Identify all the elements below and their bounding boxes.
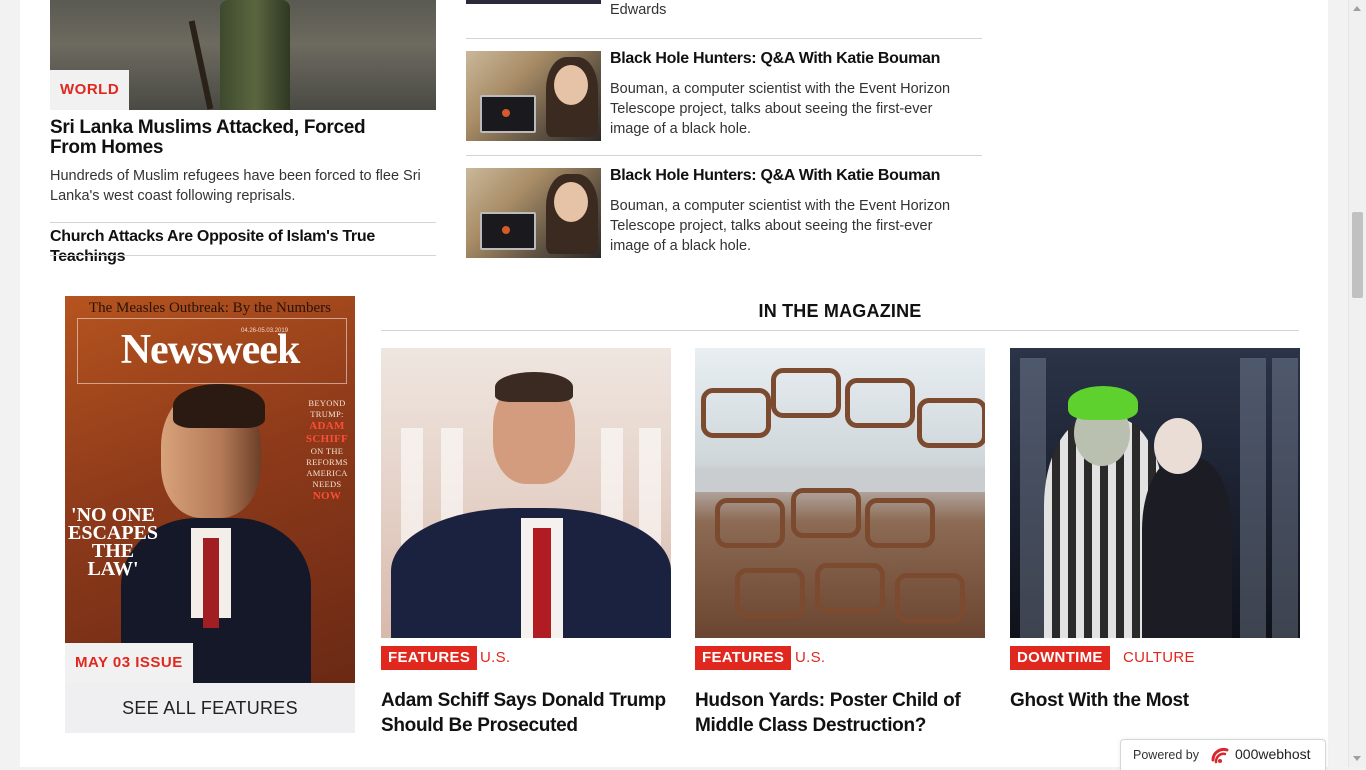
black-hole-story-summary: Bouman, a computer scientist with the Ev…: [610, 81, 951, 137]
black-hole-story-summary: Bouman, a computer scientist with the Ev…: [610, 198, 951, 254]
cover-side-text: BEYOND TRUMP: ADAM SCHIFF ON THE REFORMS…: [305, 398, 349, 502]
rifle-shape: [188, 20, 214, 110]
adam-schiff-image[interactable]: [381, 348, 671, 638]
000webhost-brand: 000webhost: [1235, 746, 1311, 762]
cover-quote: 'NO ONE ESCAPES THE LAW': [67, 504, 159, 580]
see-all-features-button[interactable]: SEE ALL FEATURES: [65, 683, 355, 733]
black-hole-story-thumbnail[interactable]: [466, 51, 601, 141]
ghost-with-the-most-image[interactable]: [1010, 348, 1300, 638]
ghost-headline[interactable]: Ghost With the Most: [1010, 688, 1300, 713]
features-tag[interactable]: FEATURES: [695, 646, 792, 670]
features-tag[interactable]: FEATURES: [381, 646, 478, 670]
laptop-icon: [480, 95, 536, 133]
magazine-cover[interactable]: The Measles Outbreak: By the Numbers New…: [65, 296, 355, 683]
cover-masthead: Newsweek: [120, 327, 301, 373]
schiff-headline[interactable]: Adam Schiff Says Donald Trump Should Be …: [381, 688, 671, 738]
person-face: [554, 182, 588, 222]
soldier-figure: [220, 0, 290, 110]
culture-subtag[interactable]: CULTURE: [1123, 646, 1195, 670]
vertical-scrollbar[interactable]: [1348, 0, 1366, 767]
in-the-magazine-heading: IN THE MAGAZINE: [758, 301, 922, 321]
laptop-icon: [480, 212, 536, 250]
partial-story-image[interactable]: [466, 0, 601, 4]
us-subtag[interactable]: U.S.: [480, 646, 510, 670]
sri-lanka-summary: Hundreds of Muslim refugees have been fo…: [50, 168, 421, 204]
divider: [50, 255, 436, 256]
black-hole-story-title[interactable]: Black Hole Hunters: Q&A With Katie Bouma…: [610, 166, 980, 186]
issue-date-tag[interactable]: MAY 03 ISSUE: [65, 643, 193, 683]
scroll-down-arrow-icon[interactable]: [1353, 756, 1361, 761]
scrollbar-thumb[interactable]: [1352, 212, 1363, 298]
powered-by-badge[interactable]: Powered by 000webhost: [1120, 739, 1326, 770]
black-hole-story-thumbnail[interactable]: [466, 168, 601, 258]
sri-lanka-headline[interactable]: Sri Lanka Muslims Attacked, Forced From …: [50, 118, 410, 158]
church-attacks-headline[interactable]: Church Attacks Are Opposite of Islam's T…: [50, 227, 436, 267]
000webhost-logo-icon: [1211, 748, 1229, 764]
divider: [50, 222, 436, 223]
divider: [466, 155, 982, 156]
partial-story-text: Edwards: [610, 2, 667, 18]
powered-by-label: Powered by: [1133, 748, 1200, 762]
person-face: [554, 65, 588, 105]
downtime-tag[interactable]: DOWNTIME: [1010, 646, 1110, 670]
scroll-up-arrow-icon[interactable]: [1353, 6, 1361, 11]
hudson-yards-headline[interactable]: Hudson Yards: Poster Child of Middle Cla…: [695, 688, 985, 738]
hudson-yards-image[interactable]: [695, 348, 985, 638]
cover-top-line: The Measles Outbreak: By the Numbers: [88, 300, 332, 316]
us-subtag[interactable]: U.S.: [795, 646, 825, 670]
black-hole-story-title[interactable]: Black Hole Hunters: Q&A With Katie Bouma…: [610, 49, 980, 69]
divider: [466, 38, 982, 39]
cover-date: 04.26-05.03.2019: [241, 328, 289, 334]
divider: [381, 330, 1299, 331]
world-category-tag[interactable]: WORLD: [50, 70, 130, 110]
